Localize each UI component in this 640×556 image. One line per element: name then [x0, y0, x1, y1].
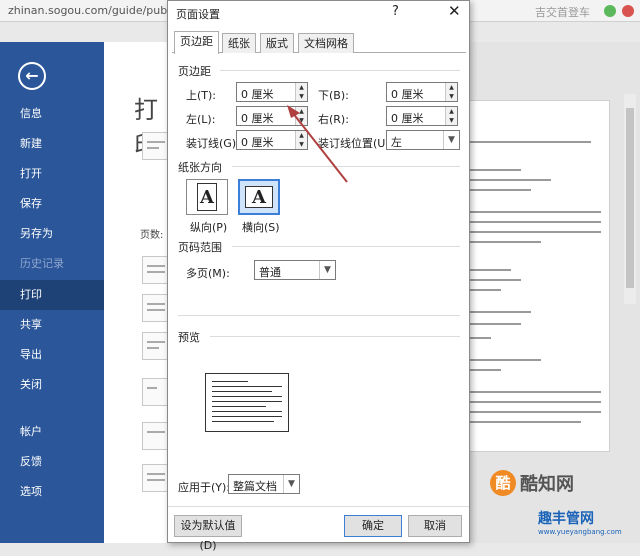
margins-section-label: 页边距: [178, 65, 211, 78]
spin-arrows-icon[interactable]: ▲ ▼: [295, 107, 307, 125]
right-margin-value: 0 厘米: [391, 112, 424, 125]
green-status-icon: [604, 5, 616, 17]
nav-save[interactable]: 保存: [0, 189, 104, 219]
top-margin-spinner[interactable]: 0 厘米 ▲ ▼: [236, 82, 308, 102]
tab-layout[interactable]: 版式: [260, 33, 294, 53]
nav-export[interactable]: 导出: [0, 340, 104, 370]
backstage-main: 打印 页数:: [104, 42, 170, 543]
orientation-section-label: 纸张方向: [178, 161, 222, 174]
print-option-margins[interactable]: [142, 464, 170, 492]
watermark-brand: 酷知网: [520, 474, 574, 495]
section-divider: [210, 336, 460, 337]
nav-print[interactable]: 打印: [0, 280, 104, 310]
gutter-position-select[interactable]: 左 ▼: [386, 130, 460, 150]
nav-open[interactable]: 打开: [0, 159, 104, 189]
bottom-margin-value: 0 厘米: [391, 88, 424, 101]
print-option-sides[interactable]: [142, 294, 170, 322]
watermark-brand-2: 趣丰管网: [538, 511, 594, 527]
gutter-position-value: 左: [391, 136, 402, 149]
right-margin-spinner[interactable]: 0 厘米 ▲ ▼: [386, 106, 458, 126]
gutter-value: 0 厘米: [241, 136, 274, 149]
portrait-label: 纵向(P): [190, 221, 228, 234]
chevron-down-icon[interactable]: ▼: [283, 475, 299, 493]
set-default-button[interactable]: 设为默认值(D): [174, 515, 242, 552]
apply-to-label: 应用于(Y):: [178, 481, 231, 494]
nav-feedback[interactable]: 反馈: [0, 447, 104, 477]
apply-to-value: 整篇文档: [233, 480, 277, 493]
nav-info[interactable]: 信息: [0, 99, 104, 129]
backstage-nav: ← 信息 新建 打开 保存 另存为 历史记录 打印 共享 导出 关闭 帐户 反馈…: [0, 42, 104, 543]
top-margin-label: 上(T):: [186, 89, 217, 102]
portrait-page-icon: A: [197, 183, 217, 211]
section-divider: [232, 166, 460, 167]
left-margin-label: 左(L):: [186, 113, 216, 126]
landscape-page-icon: A: [245, 186, 273, 208]
left-margin-value: 0 厘米: [241, 112, 274, 125]
landscape-label: 横向(S): [242, 221, 280, 234]
dialog-title: 页面设置: [176, 8, 220, 21]
section-divider: [232, 246, 460, 247]
chevron-down-icon[interactable]: ▼: [443, 131, 459, 149]
apply-to-select[interactable]: 整篇文档 ▼: [228, 474, 300, 494]
bottom-margin-spinner[interactable]: 0 厘米 ▲ ▼: [386, 82, 458, 102]
preview-section-label: 预览: [178, 331, 200, 344]
gutter-position-label: 装订线位置(U):: [318, 137, 394, 150]
nav-new[interactable]: 新建: [0, 129, 104, 159]
gutter-spinner[interactable]: 0 厘米 ▲ ▼: [236, 130, 308, 150]
footer-divider: [168, 506, 469, 507]
print-preview-page: [452, 100, 610, 452]
watermark-url: www.yueyangbang.com: [538, 528, 622, 536]
ok-button[interactable]: 确定: [344, 515, 402, 537]
left-margin-spinner[interactable]: 0 厘米 ▲ ▼: [236, 106, 308, 126]
page-setup-dialog: 页面设置 ? ✕ 页边距 纸张 版式 文档网格 页边距 上(T): 0 厘米 ▲…: [167, 0, 470, 552]
print-option-collate[interactable]: [142, 332, 170, 360]
nav-save-as[interactable]: 另存为: [0, 219, 104, 249]
spin-arrows-icon[interactable]: ▲ ▼: [295, 83, 307, 101]
pages-label: 页数:: [140, 230, 164, 241]
printer-icon[interactable]: [142, 132, 170, 160]
dialog-titlebar[interactable]: 页面设置 ? ✕: [168, 1, 469, 25]
portrait-option[interactable]: A: [186, 179, 228, 215]
help-icon[interactable]: ?: [392, 4, 399, 19]
chevron-down-icon[interactable]: ▼: [319, 261, 335, 279]
spin-arrows-icon[interactable]: ▲ ▼: [445, 107, 457, 125]
nav-share[interactable]: 共享: [0, 310, 104, 340]
print-option-pages[interactable]: [142, 256, 170, 284]
layout-preview-thumbnail: [205, 373, 289, 432]
brand-logo-icon: 酷: [490, 470, 516, 496]
multiple-pages-select[interactable]: 普通 ▼: [254, 260, 336, 280]
gutter-label: 装订线(G):: [186, 137, 240, 150]
preview-scroll-thumb[interactable]: [626, 108, 634, 288]
bottom-margin-label: 下(B):: [318, 89, 349, 102]
nav-options[interactable]: 选项: [0, 477, 104, 507]
preview-scrollbar[interactable]: [624, 94, 636, 304]
right-margin-label: 右(R):: [318, 113, 349, 126]
multiple-pages-label: 多页(M):: [186, 267, 230, 280]
spin-arrows-icon[interactable]: ▲ ▼: [295, 131, 307, 149]
browser-right-text: 吉交首登车: [535, 6, 590, 19]
pages-section-label: 页码范围: [178, 241, 222, 254]
browser-url: zhinan.sogou.com/guide/publish?: [8, 4, 192, 17]
top-margin-value: 0 厘米: [241, 88, 274, 101]
dialog-tabs: 页边距 纸张 版式 文档网格: [172, 31, 466, 54]
tab-doc-grid[interactable]: 文档网格: [298, 33, 354, 53]
nav-close[interactable]: 关闭: [0, 370, 104, 400]
back-arrow-icon[interactable]: ←: [18, 62, 46, 90]
multiple-pages-value: 普通: [259, 266, 281, 279]
landscape-option[interactable]: A: [238, 179, 280, 215]
print-option-orientation[interactable]: [142, 378, 170, 406]
tab-margins[interactable]: 页边距: [174, 31, 219, 54]
nav-account[interactable]: 帐户: [0, 417, 104, 447]
red-status-icon: [622, 5, 634, 17]
tab-paper[interactable]: 纸张: [222, 33, 256, 53]
section-divider: [220, 70, 460, 71]
watermark: 酷 酷知网 趣丰管网 www.yueyangbang.com: [490, 462, 640, 543]
cancel-button[interactable]: 取消: [408, 515, 462, 537]
section-divider: [178, 315, 460, 316]
spin-arrows-icon[interactable]: ▲ ▼: [445, 83, 457, 101]
close-icon[interactable]: ✕: [448, 2, 461, 20]
print-option-size[interactable]: [142, 422, 170, 450]
nav-history: 历史记录: [20, 257, 64, 270]
